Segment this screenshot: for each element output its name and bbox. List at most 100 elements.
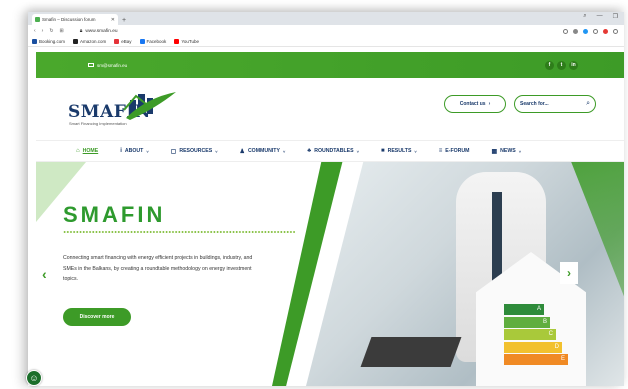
linkedin-icon[interactable]: in [569, 60, 578, 70]
restore-button[interactable]: ❐ [613, 13, 618, 20]
web-page: sm@smafin.eu f t in SMAFIN Smart Financi… [36, 52, 624, 386]
extensions [563, 28, 618, 34]
booking-icon [32, 39, 37, 44]
contact-us-button[interactable]: Contact us › [444, 95, 506, 113]
extension-icon[interactable] [573, 28, 578, 34]
bookmark-facebook[interactable]: Facebook [139, 39, 166, 44]
url-text: www.smafin.eu [85, 28, 118, 34]
hero-title: SMAFIN [63, 202, 166, 227]
nav-community[interactable]: ♟ COMMUNITY ˅ [240, 148, 286, 155]
nav-label: RESULTS [387, 148, 412, 154]
search-icon[interactable]: ⌕ [586, 100, 590, 108]
chevron-down-icon: ˅ [356, 148, 359, 154]
bookmark-youtube[interactable]: YouTube [174, 39, 199, 44]
site-header: SMAFIN Smart Financing Implementation Co… [36, 78, 624, 140]
nav-home[interactable]: ⌂ HOME [76, 148, 98, 154]
chevron-down-icon: ˅ [414, 148, 417, 154]
users-icon: ♟ [239, 148, 245, 155]
energy-bar-c: C [504, 329, 556, 340]
bookmark-ebay[interactable]: eBay [114, 39, 132, 44]
nav-news[interactable]: ▦ NEWS ˅ [491, 148, 521, 155]
nav-label: RESOURCES [179, 148, 213, 154]
url-field[interactable]: 🔒︎ www.smafin.eu [79, 28, 118, 35]
slider-prev-icon[interactable]: ‹ [42, 266, 47, 282]
calculator-shape [360, 337, 462, 367]
info-icon: i [120, 148, 122, 154]
envelope-icon [88, 62, 94, 68]
email-text: sm@smafin.eu [97, 62, 128, 68]
tab-strip: Smafin – Discussion forum ✕ + ⌕ — ❐ [28, 12, 624, 25]
favicon-icon [35, 17, 40, 22]
nav-label: HOME [82, 148, 99, 154]
download-icon[interactable] [613, 28, 618, 34]
briefcase-icon: ■ [380, 148, 385, 154]
bookmarks-bar: Booking.com Amazon.com eBay Facebook You… [28, 37, 624, 47]
home-icon: ⌂ [76, 148, 80, 154]
dotted-divider [63, 231, 295, 233]
facebook-icon [139, 39, 145, 44]
window-controls: ⌕ — ❐ [583, 13, 618, 20]
hero-slider: A B C D E SMAFIN Connecting smart financ… [36, 162, 624, 386]
energy-bar-e: E [504, 354, 568, 365]
document-icon: ▢ [170, 148, 177, 155]
energy-bar-b: B [504, 316, 550, 328]
nav-label: ABOUT [124, 148, 144, 154]
browser-tab[interactable]: Smafin – Discussion forum ✕ [32, 14, 118, 25]
extension-icon[interactable] [593, 28, 598, 34]
energy-bar-d: D [504, 341, 562, 353]
amazon-icon [73, 39, 79, 44]
contact-us-label: Contact us [459, 101, 486, 107]
chevron-down-icon: ˅ [282, 148, 286, 154]
search-tabs-icon[interactable]: ⌕ [583, 13, 586, 20]
nav-roundtables[interactable]: ♣ ROUNDTABLES ˅ [307, 148, 359, 154]
nav-resources[interactable]: ▢ RESOURCES ˅ [171, 148, 218, 155]
new-tab-button[interactable]: + [122, 17, 126, 24]
chevron-down-icon: ˅ [215, 148, 218, 154]
sitemap-icon: ♣ [307, 148, 312, 154]
nav-label: E-FORUM [445, 148, 470, 154]
apps-icon[interactable]: ⊞ [60, 28, 64, 34]
search-input[interactable] [520, 101, 575, 107]
close-tab-icon[interactable]: ✕ [111, 17, 115, 23]
nav-label: NEWS [500, 148, 516, 154]
browser-window: Smafin – Discussion forum ✕ + ⌕ — ❐ ‹ › … [28, 12, 624, 386]
chevron-down-icon: ˅ [146, 148, 149, 154]
social-links: f t in [545, 60, 578, 70]
newspaper-icon: ▦ [491, 148, 498, 155]
nav-e-forum[interactable]: ≡ E-FORUM [439, 148, 470, 154]
lock-icon: 🔒︎ [79, 29, 83, 34]
search-box: ⌕ [514, 95, 596, 113]
nav-results[interactable]: ■ RESULTS ˅ [381, 148, 417, 154]
youtube-icon [174, 39, 180, 44]
back-icon[interactable]: ‹ [34, 28, 36, 34]
buildings-icon [123, 92, 176, 120]
facebook-icon[interactable]: f [545, 60, 554, 70]
forward-icon[interactable]: › [42, 28, 44, 34]
main-nav: ⌂ HOME i ABOUT ˅ ▢ RESOURCES ˅ ♟ COMMUNI… [36, 140, 624, 162]
slider-next-icon[interactable]: › [560, 262, 578, 284]
reload-icon[interactable]: ↻ [49, 28, 53, 34]
chevron-down-icon: ˅ [518, 148, 522, 154]
bookmark-booking[interactable]: Booking.com [32, 39, 65, 44]
extension-icon[interactable] [583, 28, 588, 34]
accessibility-icon[interactable]: ☺ [26, 370, 42, 386]
top-bar: sm@smafin.eu f t in [36, 52, 624, 78]
heart-icon[interactable] [603, 28, 608, 34]
extension-icon[interactable] [563, 28, 568, 34]
tab-title: Smafin – Discussion forum [42, 17, 96, 22]
discover-more-button[interactable]: Discover more [63, 308, 131, 326]
hero-description: Connecting smart financing with energy e… [63, 255, 253, 282]
twitter-icon[interactable]: t [557, 60, 566, 70]
chevron-right-icon: › [488, 101, 491, 107]
nav-label: COMMUNITY [247, 148, 280, 154]
nav-about[interactable]: i ABOUT ˅ [120, 148, 148, 154]
nav-label: ROUNDTABLES [314, 148, 354, 154]
address-bar: ‹ › ↻ ⊞ 🔒︎ www.smafin.eu [28, 25, 624, 37]
email-link[interactable]: sm@smafin.eu [88, 63, 127, 68]
bookmark-amazon[interactable]: Amazon.com [73, 39, 106, 44]
minimize-button[interactable]: — [597, 13, 603, 20]
energy-bar-a: A [504, 304, 544, 315]
forum-icon: ≡ [438, 148, 443, 154]
energy-label-chart: A B C D E [504, 304, 568, 367]
ebay-icon [114, 39, 120, 44]
